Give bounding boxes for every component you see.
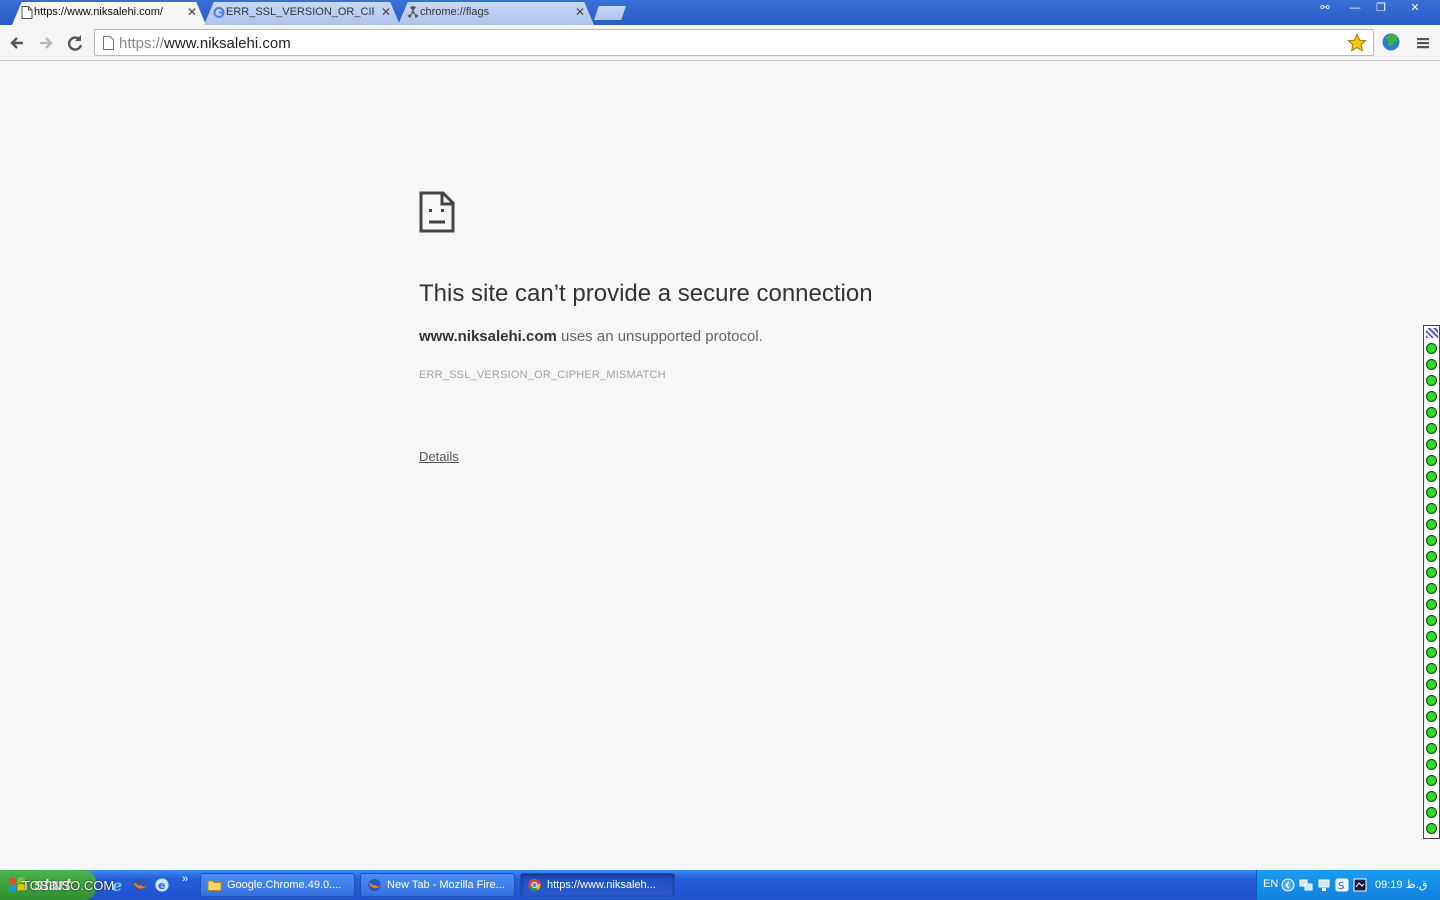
security-icon[interactable]: S bbox=[1335, 878, 1349, 892]
ie-browser-icon[interactable]: e bbox=[154, 877, 170, 893]
profile-icon[interactable]: ⚯ bbox=[1312, 0, 1338, 18]
network-icon[interactable] bbox=[1299, 878, 1313, 892]
status-dot bbox=[1426, 455, 1437, 466]
windows-taskbar: start TOSINSO.COM e e » Google.Chrome.49… bbox=[0, 870, 1440, 900]
status-dot bbox=[1426, 535, 1437, 546]
status-dot bbox=[1426, 423, 1437, 434]
status-dot bbox=[1426, 615, 1437, 626]
extension-globe-icon[interactable] bbox=[1381, 32, 1401, 52]
error-domain: www.niksalehi.com bbox=[419, 328, 557, 345]
page-icon bbox=[21, 6, 33, 19]
status-dot bbox=[1426, 471, 1437, 482]
folder-icon bbox=[207, 880, 222, 891]
chrome-menu-icon[interactable] bbox=[1415, 35, 1431, 51]
status-dot bbox=[1426, 663, 1437, 674]
status-dot bbox=[1426, 375, 1437, 386]
status-dot bbox=[1426, 711, 1437, 722]
tab-title: ERR_SSL_VERSION_OR_CIPHER_MISMATCH bbox=[226, 6, 374, 18]
svg-text:S: S bbox=[1338, 881, 1344, 892]
internet-explorer-icon[interactable]: e bbox=[110, 877, 126, 893]
clock[interactable]: 09:19 ق.ظ bbox=[1375, 878, 1427, 891]
taskbar-item-folder[interactable]: Google.Chrome.49.0.... bbox=[200, 873, 355, 897]
status-dot bbox=[1426, 359, 1437, 370]
restore-button[interactable]: ❐ bbox=[1368, 0, 1394, 18]
sad-page-icon bbox=[419, 191, 455, 233]
status-dot bbox=[1426, 807, 1437, 818]
address-bar[interactable]: https://www.niksalehi.com bbox=[94, 29, 1374, 56]
status-dot bbox=[1426, 791, 1437, 802]
status-dot bbox=[1426, 823, 1437, 834]
status-dot bbox=[1426, 583, 1437, 594]
page-icon bbox=[103, 36, 114, 50]
google-icon bbox=[213, 7, 225, 18]
chrome-icon bbox=[528, 878, 541, 892]
tab-title: chrome://flags bbox=[420, 6, 490, 18]
watermark-text: TOSINSO.COM bbox=[22, 878, 115, 893]
language-indicator[interactable]: EN bbox=[1263, 878, 1278, 890]
close-tab-icon[interactable]: ✕ bbox=[381, 2, 391, 23]
new-tab-button[interactable] bbox=[594, 6, 626, 20]
forward-icon[interactable] bbox=[35, 32, 57, 54]
status-dot bbox=[1426, 775, 1437, 786]
reload-icon[interactable] bbox=[64, 32, 86, 54]
tray-expand-icon[interactable] bbox=[1281, 878, 1295, 892]
tab-ssl-error[interactable]: ERR_SSL_VERSION_OR_CIPHER_MISMATCH ✕ bbox=[204, 2, 400, 25]
radiation-icon bbox=[407, 6, 419, 19]
close-window-button[interactable]: ✕ bbox=[1400, 0, 1430, 18]
panel-header bbox=[1426, 328, 1438, 338]
status-dot bbox=[1426, 343, 1437, 354]
bookmark-star-icon[interactable] bbox=[1347, 33, 1367, 53]
status-dot bbox=[1426, 567, 1437, 578]
firefox-icon[interactable] bbox=[132, 877, 148, 893]
status-dot bbox=[1426, 695, 1437, 706]
error-title: This site can’t provide a secure connect… bbox=[419, 280, 873, 307]
status-dot bbox=[1426, 631, 1437, 642]
error-message: www.niksalehi.com uses an unsupported pr… bbox=[419, 328, 763, 345]
tab-title: https://www.niksalehi.com/ bbox=[34, 6, 163, 18]
details-link[interactable]: Details bbox=[419, 449, 459, 464]
back-icon[interactable] bbox=[6, 32, 28, 54]
close-tab-icon[interactable]: ✕ bbox=[575, 2, 585, 23]
status-dot bbox=[1426, 679, 1437, 690]
taskbar-item-firefox[interactable]: New Tab - Mozilla Fire... bbox=[360, 873, 515, 897]
status-dot bbox=[1426, 519, 1437, 530]
minimize-button[interactable]: — bbox=[1342, 0, 1368, 18]
browser-toolbar: https://www.niksalehi.com bbox=[0, 25, 1440, 61]
status-dot bbox=[1426, 647, 1437, 658]
svg-text:e: e bbox=[112, 877, 122, 893]
status-dot bbox=[1426, 407, 1437, 418]
network-connection-icon[interactable] bbox=[1317, 878, 1331, 892]
status-dot bbox=[1426, 759, 1437, 770]
tab-strip: https://www.niksalehi.com/ ✕ ERR_SSL_VER… bbox=[0, 0, 1440, 25]
monitor-app-icon[interactable] bbox=[1353, 878, 1367, 892]
status-dot bbox=[1426, 439, 1437, 450]
tab-chrome-flags[interactable]: chrome://flags ✕ bbox=[398, 2, 594, 25]
status-dot bbox=[1426, 727, 1437, 738]
status-dot bbox=[1426, 743, 1437, 754]
system-tray: EN S 09:19 ق.ظ bbox=[1256, 870, 1440, 900]
status-dot bbox=[1426, 391, 1437, 402]
close-tab-icon[interactable]: ✕ bbox=[187, 2, 197, 23]
status-dot bbox=[1426, 599, 1437, 610]
address-text: https://www.niksalehi.com bbox=[119, 35, 291, 52]
side-indicator-panel bbox=[1423, 325, 1440, 839]
status-dot bbox=[1426, 487, 1437, 498]
status-dot bbox=[1426, 551, 1437, 562]
tab-niksalehi[interactable]: https://www.niksalehi.com/ ✕ bbox=[12, 2, 206, 25]
start-button[interactable]: start TOSINSO.COM bbox=[0, 870, 114, 900]
quicklaunch-overflow-icon[interactable]: » bbox=[182, 873, 188, 885]
error-code: ERR_SSL_VERSION_OR_CIPHER_MISMATCH bbox=[419, 369, 666, 381]
taskbar-item-chrome[interactable]: https://www.niksaleh... bbox=[520, 873, 675, 897]
firefox-icon bbox=[368, 878, 381, 892]
status-dot bbox=[1426, 503, 1437, 514]
svg-text:e: e bbox=[158, 879, 165, 892]
